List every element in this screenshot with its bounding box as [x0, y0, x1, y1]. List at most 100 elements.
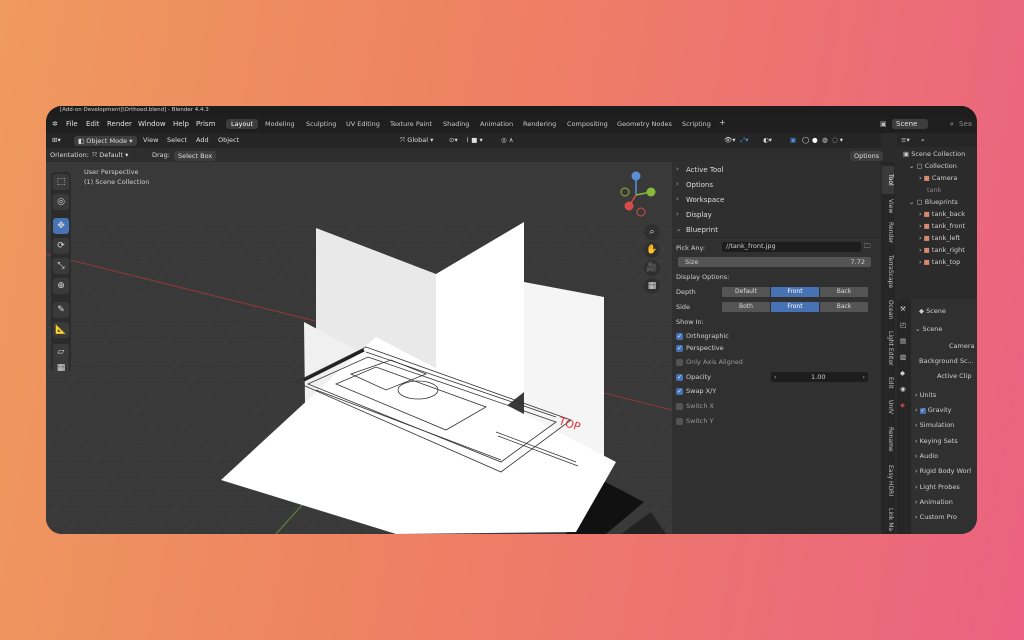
menu-render[interactable]: Render: [107, 120, 132, 128]
tab-view[interactable]: View: [882, 196, 894, 216]
annotate-tool-icon[interactable]: ✎: [53, 302, 69, 318]
tab-univ[interactable]: UnIV: [882, 396, 894, 418]
switch-x-checkbox[interactable]: [676, 403, 683, 410]
props-section-light-probes[interactable]: › Light Probes: [915, 483, 960, 491]
measure-tool-icon[interactable]: 📐: [53, 322, 69, 338]
visibility-icon[interactable]: 👁▾: [724, 136, 736, 144]
outliner-filter-icon[interactable]: ⌕: [921, 136, 925, 145]
tab-link-ma[interactable]: Link Ma: [882, 506, 894, 534]
tank-row[interactable]: tank: [927, 186, 941, 194]
object-menu[interactable]: Object: [218, 136, 239, 144]
tab-render[interactable]: Render: [882, 220, 894, 246]
view-layer-props-icon[interactable]: ▧: [900, 353, 906, 361]
pivot-icon[interactable]: ⊙▾: [449, 136, 458, 144]
tab-geometry-nodes[interactable]: Geometry Nodes: [617, 120, 672, 128]
scale-tool-icon[interactable]: ⤡: [53, 258, 69, 274]
tab-rename[interactable]: Rename: [882, 422, 894, 456]
camera-row[interactable]: › ■ Camera: [919, 174, 957, 182]
depth-front-button[interactable]: Front: [771, 287, 819, 297]
grid-view-icon[interactable]: ▦: [644, 278, 660, 294]
blueprints-row[interactable]: ⌄ ▢ Blueprints: [909, 198, 958, 206]
drag-dropdown[interactable]: Select Box: [174, 151, 217, 161]
menu-help[interactable]: Help: [173, 120, 189, 128]
tool-props-icon[interactable]: ⚒: [900, 305, 906, 313]
tab-uv-editing[interactable]: UV Editing: [346, 120, 380, 128]
menu-file[interactable]: File: [66, 120, 78, 128]
transform-tool-icon[interactable]: ⊕: [53, 278, 69, 294]
shading-rendered-icon[interactable]: ◌ ▾: [832, 136, 843, 144]
folder-icon[interactable]: 🗀: [864, 242, 871, 253]
move-tool-icon[interactable]: ✥: [53, 218, 69, 234]
shading-wireframe-icon[interactable]: ◯: [802, 136, 809, 144]
scene-field[interactable]: Scene: [892, 119, 928, 129]
transform-orientation-dropdown[interactable]: ⤧ Global ▾: [400, 136, 433, 145]
tab-shading[interactable]: Shading: [443, 120, 469, 128]
tab-compositing[interactable]: Compositing: [567, 120, 608, 128]
switch-y-checkbox[interactable]: [676, 418, 683, 425]
add-workspace-icon[interactable]: +: [719, 118, 726, 127]
add-menu[interactable]: Add: [196, 136, 209, 144]
props-section-simulation[interactable]: › Simulation: [915, 421, 954, 429]
render-props-icon[interactable]: ◰: [900, 321, 906, 329]
rotate-tool-icon[interactable]: ⟳: [53, 238, 69, 254]
props-section-keying-sets[interactable]: › Keying Sets: [915, 437, 958, 445]
menu-edit[interactable]: Edit: [86, 120, 100, 128]
blender-logo-icon[interactable]: ✲: [52, 120, 58, 128]
props-scene-panel[interactable]: ⌄ Scene: [915, 325, 942, 333]
collection-row[interactable]: ⌄ ▢ Collection: [909, 162, 957, 170]
section-workspace[interactable]: › Workspace: [672, 192, 881, 208]
zoom-icon[interactable]: ⌕: [644, 224, 660, 240]
outliner-item[interactable]: › ■ tank_top: [919, 258, 960, 266]
swap-xy-checkbox[interactable]: ✓: [676, 388, 683, 395]
section-display[interactable]: › Display: [672, 207, 881, 223]
section-active-tool[interactable]: › Active Tool: [672, 162, 881, 178]
section-options[interactable]: › Options: [672, 177, 881, 193]
gravity-checkbox[interactable]: ✓: [919, 408, 926, 414]
collection-props-icon[interactable]: ◈: [900, 401, 905, 409]
proportional-edit-icon[interactable]: ◎ ∧: [501, 136, 514, 144]
orientation-dropdown[interactable]: ⤧ Default ▾: [92, 151, 128, 160]
shading-material-icon[interactable]: ◍: [822, 136, 828, 144]
side-both-button[interactable]: Both: [722, 302, 770, 312]
pan-hand-icon[interactable]: ✋: [644, 242, 660, 258]
tab-easy-hdri[interactable]: Easy HDRI: [882, 460, 894, 502]
tab-rendering[interactable]: Rendering: [523, 120, 556, 128]
tab-layout[interactable]: Layout: [226, 119, 259, 129]
world-props-icon[interactable]: ◉: [900, 385, 906, 393]
pick-any-field[interactable]: //tank_front.jpg: [722, 242, 861, 252]
slider-left-arrow-icon[interactable]: ‹: [774, 373, 777, 381]
blueprint-tool-icon[interactable]: ▦: [53, 360, 69, 376]
only-axis-aligned-checkbox[interactable]: [676, 359, 683, 366]
depth-default-button[interactable]: Default: [722, 287, 770, 297]
opacity-checkbox[interactable]: ✓: [676, 374, 683, 381]
tab-light-editor[interactable]: Light Editor: [882, 326, 894, 370]
select-menu[interactable]: Select: [167, 136, 187, 144]
options-dropdown[interactable]: Options: [850, 151, 884, 161]
tab-animation[interactable]: Animation: [480, 120, 513, 128]
outliner-item[interactable]: › ■ tank_back: [919, 210, 965, 218]
outliner-item[interactable]: › ■ tank_front: [919, 222, 965, 230]
select-tool-icon[interactable]: ⬚: [53, 174, 69, 190]
tab-ocean[interactable]: Ocean: [882, 298, 894, 322]
size-field[interactable]: Size 7.72: [678, 257, 871, 267]
menu-prism[interactable]: Prism: [196, 120, 215, 128]
tab-terrascape[interactable]: TerraScape: [882, 250, 894, 294]
props-section-custom-props[interactable]: › Custom Pro: [915, 513, 957, 521]
tab-scripting[interactable]: Scripting: [682, 120, 711, 128]
search-input[interactable]: Sea: [959, 120, 972, 128]
menu-window[interactable]: Window: [138, 120, 166, 128]
cursor-tool-icon[interactable]: ◎: [53, 194, 69, 210]
outliner-item[interactable]: › ■ tank_right: [919, 246, 965, 254]
props-section-audio[interactable]: › Audio: [915, 452, 938, 460]
perspective-checkbox[interactable]: ✓: [676, 345, 683, 352]
props-section-animation[interactable]: › Animation: [915, 498, 953, 506]
opacity-slider[interactable]: ‹ 1.00 ›: [771, 372, 868, 382]
xray-icon[interactable]: ▣: [790, 136, 796, 144]
scene-collection-row[interactable]: ▣ Scene Collection: [903, 150, 965, 158]
output-props-icon[interactable]: ▤: [900, 337, 906, 345]
side-front-button[interactable]: Front: [771, 302, 819, 312]
props-section-gravity[interactable]: › ✓ Gravity: [915, 406, 952, 414]
camera-view-icon[interactable]: 🎥: [644, 260, 660, 276]
props-section-rigid-body[interactable]: › Rigid Body Worl: [915, 467, 971, 475]
overlay-icon[interactable]: ◐▾: [763, 136, 772, 144]
